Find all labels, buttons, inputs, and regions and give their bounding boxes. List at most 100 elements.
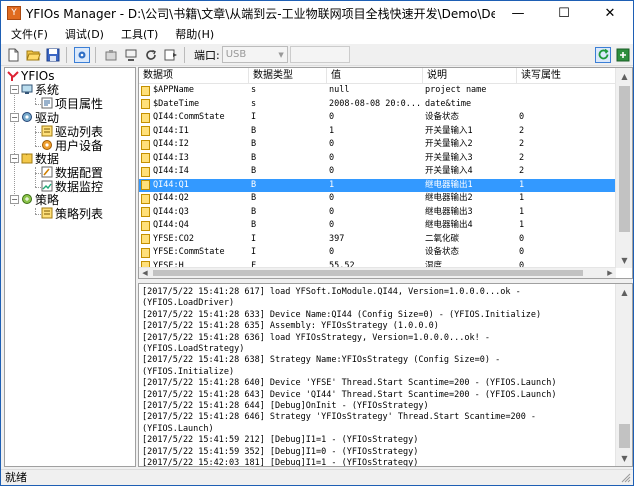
grid-header: 数据项 数据类型 值 说明 读写属性: [139, 68, 616, 84]
close-button[interactable]: ✕: [587, 1, 633, 25]
table-row[interactable]: QI44:Q4 B 0 继电器输出4 1: [139, 219, 616, 233]
menu-file[interactable]: 文件(F): [1, 25, 55, 44]
scroll-left-icon[interactable]: ◀: [139, 268, 151, 278]
column-header-desc[interactable]: 说明: [423, 68, 517, 84]
grid-hscrollbar[interactable]: ◀ ▶: [139, 267, 616, 278]
collapse-icon[interactable]: −: [10, 195, 19, 204]
table-row[interactable]: QI44:I1 B 1 开关量输入1 2: [139, 125, 616, 139]
collapse-icon[interactable]: −: [10, 85, 19, 94]
upload-icon[interactable]: [123, 47, 139, 63]
data-item-icon: [141, 166, 150, 177]
column-header-value[interactable]: 值: [327, 68, 423, 84]
scroll-up-icon[interactable]: ▲: [616, 68, 632, 84]
menu-bar: 文件(F) 调试(D) 工具(T) 帮助(H): [1, 25, 633, 44]
data-grid: 数据项 数据类型 值 说明 读写属性 $APPName s null project …: [138, 67, 633, 279]
new-file-icon[interactable]: [5, 47, 21, 63]
data-item-icon: [141, 220, 150, 231]
app-window: Y YFIOs Manager - D:\公司\书籍\文章\从端到云-工业物联网…: [0, 0, 634, 486]
tree-guide: [35, 167, 36, 187]
table-row[interactable]: QI44:CommState I 0 设备状态 0: [139, 111, 616, 125]
table-row[interactable]: $APPName s null project name: [139, 84, 616, 98]
scroll-right-icon[interactable]: ▶: [604, 268, 616, 278]
cell-text: QI44:CommState: [153, 112, 225, 122]
table-row[interactable]: QI44:Q3 B 0 继电器输出3 1: [139, 206, 616, 220]
column-header-type[interactable]: 数据类型: [249, 68, 327, 84]
table-row[interactable]: YFSE:CommState I 0 设备状态 0: [139, 246, 616, 260]
table-row[interactable]: QI44:I2 B 0 开关量输入2 2: [139, 138, 616, 152]
data-item-icon: [141, 139, 150, 150]
cell-name: QI44:I3: [139, 152, 249, 166]
reset-icon[interactable]: [143, 47, 159, 63]
scroll-up-icon[interactable]: ▲: [616, 284, 632, 300]
cell-type: B: [251, 152, 257, 163]
menu-tools[interactable]: 工具(T): [111, 25, 165, 44]
cell-text: QI44:Q4: [153, 220, 189, 230]
log-line: (YFIOS.LoadStrategy): [142, 344, 245, 355]
save-icon[interactable]: [45, 47, 61, 63]
grid-vscrollbar[interactable]: ▲ ▼: [615, 68, 632, 268]
refresh-icon[interactable]: [595, 46, 611, 63]
port-label: 端口:: [194, 48, 220, 62]
log-vscrollbar[interactable]: ▲ ▼: [615, 284, 632, 466]
status-text: 就绪: [5, 471, 27, 484]
data-item-icon: [141, 234, 150, 245]
cell-desc: 开关量输入4: [425, 166, 473, 176]
grid-hscroll-thumb[interactable]: [153, 270, 583, 276]
cell-type: I: [251, 233, 257, 244]
close-panel-icon[interactable]: [615, 47, 631, 63]
cell-value: 0: [329, 166, 335, 176]
download-icon[interactable]: [103, 47, 119, 63]
tree-node-data[interactable]: 数据: [21, 151, 59, 166]
maximize-button[interactable]: ☐: [541, 1, 587, 25]
tree-node-strategy[interactable]: 策略: [21, 192, 59, 207]
cell-desc: 二氧化碳: [425, 233, 460, 244]
cell-value: 0: [329, 206, 335, 217]
menu-debug[interactable]: 调试(D): [55, 25, 111, 44]
cell-value: 2008-08-08 20:0...: [329, 98, 422, 109]
table-row[interactable]: QI44:Q1 B 1 继电器输出1 1: [139, 178, 616, 192]
resize-grip-icon[interactable]: [621, 473, 631, 483]
settings-icon[interactable]: [74, 46, 90, 63]
log-line: [2017/5/22 15:41:28 633] Device Name:QI4…: [142, 309, 542, 320]
table-row[interactable]: $DateTime s 2008-08-08 20:0... date&time: [139, 98, 616, 112]
minimize-button[interactable]: —: [495, 1, 541, 25]
data-item-icon: [141, 99, 150, 110]
title-bar[interactable]: Y YFIOs Manager - D:\公司\书籍\文章\从端到云-工业物联网…: [1, 1, 633, 25]
strategy-icon: [22, 194, 32, 204]
scroll-down-icon[interactable]: ▼: [616, 450, 632, 466]
grid-vscroll-thumb[interactable]: [619, 86, 630, 232]
app-icon[interactable]: Y: [7, 6, 21, 20]
port-select[interactable]: USB ▼: [221, 46, 288, 63]
cell-rw: 0: [519, 247, 525, 257]
open-folder-icon[interactable]: [25, 47, 41, 63]
chevron-down-icon: ▼: [278, 50, 284, 59]
cell-type: s: [251, 98, 257, 109]
column-header-item[interactable]: 数据项: [139, 68, 249, 84]
tree-node-strategy-list[interactable]: 策略列表: [41, 206, 103, 221]
scroll-down-icon[interactable]: ▼: [616, 252, 632, 268]
tree-node-driver[interactable]: 驱动: [21, 110, 59, 125]
table-row[interactable]: QI44:I4 B 0 开关量输入4 2: [139, 165, 616, 179]
log-line: [2017/5/22 15:41:28 638] Strategy Name:Y…: [142, 355, 501, 366]
log-vscroll-thumb[interactable]: [619, 424, 630, 448]
cell-value: 1: [329, 179, 335, 190]
cell-value: 0: [329, 220, 335, 230]
tree-node-system[interactable]: 系统: [21, 82, 59, 97]
data-item-icon: [141, 126, 150, 137]
log-line: [2017/5/22 15:41:59 212] [Debug]I1=1 - (…: [142, 435, 419, 446]
collapse-icon[interactable]: −: [10, 154, 19, 163]
cell-name: YFSE:CommState: [139, 246, 249, 260]
port-extra-field[interactable]: [289, 46, 350, 63]
cell-type: B: [251, 166, 257, 176]
collapse-icon[interactable]: −: [10, 113, 19, 122]
cell-desc: 开关量输入2: [425, 139, 473, 149]
run-icon[interactable]: [163, 47, 179, 63]
table-row[interactable]: QI44:I3 B 0 开关量输入3 2: [139, 152, 616, 166]
table-row[interactable]: YFSE:CO2 I 397 二氧化碳 0: [139, 233, 616, 247]
column-header-rw[interactable]: 读写属性: [517, 68, 616, 84]
status-bar: 就绪: [1, 469, 633, 485]
table-row[interactable]: QI44:Q2 B 0 继电器输出2 1: [139, 192, 616, 206]
menu-help[interactable]: 帮助(H): [165, 25, 221, 44]
log-panel[interactable]: [2017/5/22 15:41:28 617] load YFSoft.IoM…: [138, 283, 633, 467]
cell-type: B: [251, 139, 257, 149]
